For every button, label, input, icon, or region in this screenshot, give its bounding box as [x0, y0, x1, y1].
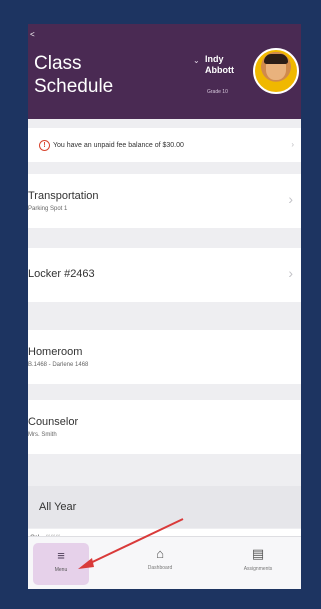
- assignments-icon: ▤: [251, 546, 265, 561]
- row-subtitle: B.1468 - Darlene 1468: [28, 362, 89, 368]
- back-icon[interactable]: <: [30, 30, 35, 39]
- tab-bar: ≡ Menu ⌂ Dashboard ▤ Assignments: [28, 536, 301, 589]
- warning-icon: !: [39, 139, 50, 151]
- tab-assignments[interactable]: ▤ Assignments: [228, 537, 288, 589]
- phone-screen: < Class Schedule ⌄ Indy Abbott Grade 10 …: [28, 24, 301, 589]
- row-subtitle: Mrs. Smith: [28, 432, 57, 438]
- user-grade: Grade 10: [207, 89, 228, 95]
- tab-label: Assignments: [243, 566, 273, 572]
- list-item-homeroom[interactable]: Homeroom B.1468 - Darlene 1468: [28, 330, 301, 384]
- page-title: Class Schedule: [34, 53, 114, 97]
- section-label: All Year: [39, 501, 77, 513]
- app-header: < Class Schedule ⌄ Indy Abbott Grade 10: [28, 24, 301, 119]
- chevron-right-icon: ›: [288, 265, 293, 281]
- tab-label: Menu: [54, 567, 68, 573]
- tab-menu[interactable]: ≡ Menu: [33, 543, 89, 585]
- user-name: Indy Abbott: [205, 54, 234, 75]
- tab-label: Dashboard: [147, 565, 173, 571]
- row-title: Transportation: [28, 190, 99, 202]
- avatar-hair: [264, 54, 288, 64]
- section-header-all-year: All Year: [28, 486, 301, 528]
- list-item-counselor[interactable]: Counselor Mrs. Smith: [28, 400, 301, 454]
- row-title: Locker #2463: [28, 268, 95, 280]
- tab-dashboard[interactable]: ⌂ Dashboard: [130, 537, 190, 589]
- row-subtitle: Parking Spot 1: [28, 206, 68, 212]
- menu-icon: ≡: [57, 548, 65, 563]
- list-item-locker[interactable]: Locker #2463 ›: [28, 248, 301, 302]
- list-item-transportation[interactable]: Transportation Parking Spot 1 ›: [28, 174, 301, 228]
- home-icon: ⌂: [156, 546, 164, 561]
- row-title: Counselor: [28, 416, 79, 428]
- chevron-right-icon: ›: [291, 140, 294, 149]
- chevron-down-icon: ⌄: [193, 56, 200, 65]
- chevron-right-icon: ›: [288, 191, 293, 207]
- avatar[interactable]: [253, 48, 299, 94]
- fee-balance-alert[interactable]: ! You have an unpaid fee balance of $30.…: [28, 128, 301, 162]
- alert-text: You have an unpaid fee balance of $30.00: [53, 141, 184, 149]
- row-title: Homeroom: [28, 346, 83, 358]
